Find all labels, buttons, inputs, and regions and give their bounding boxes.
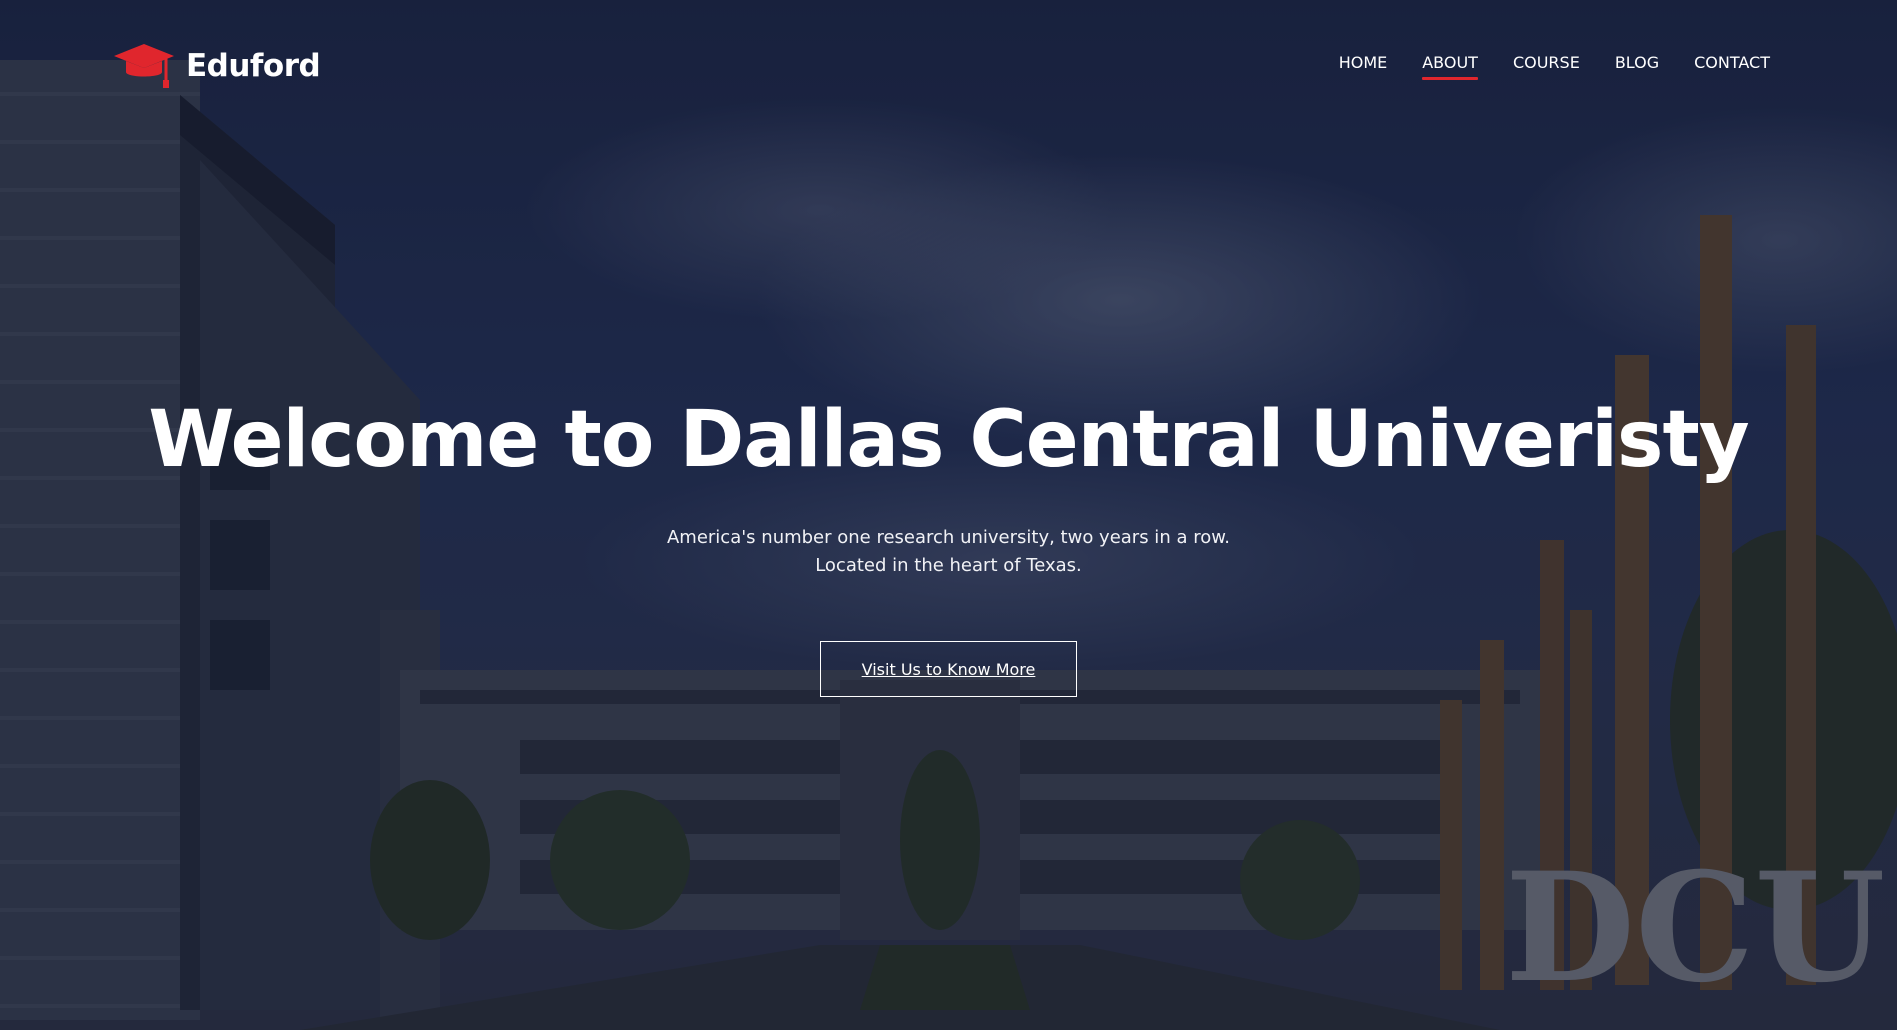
hero-subtitle: America's number one research university… (0, 524, 1897, 580)
brand-logo-link[interactable]: Eduford (112, 40, 321, 92)
hero-subtitle-line-1: America's number one research university… (666, 527, 1231, 548)
hero-section: DCU (0, 0, 1897, 1030)
nav-item-home: HOME (1339, 53, 1388, 78)
nav-item-contact: CONTACT (1694, 53, 1770, 78)
visit-us-button[interactable]: Visit Us to Know More (820, 641, 1077, 697)
dark-overlay (0, 0, 1897, 1030)
nav-link-about[interactable]: ABOUT (1422, 53, 1478, 80)
nav-item-about: ABOUT (1422, 53, 1478, 80)
graduation-cap-icon (114, 44, 174, 88)
nav-item-blog: BLOG (1615, 53, 1659, 78)
main-navigation: HOME ABOUT COURSE BLOG CONTACT (1339, 53, 1770, 80)
nav-item-course: COURSE (1513, 53, 1580, 78)
nav-link-blog[interactable]: BLOG (1615, 53, 1659, 78)
nav-link-home[interactable]: HOME (1339, 53, 1388, 78)
hero-title: Welcome to Dallas Central Univeristy (148, 395, 1749, 485)
nav-link-contact[interactable]: CONTACT (1694, 53, 1770, 78)
hero-subtitle-line-2: Located in the heart of Texas. (815, 555, 1082, 576)
nav-link-course[interactable]: COURSE (1513, 53, 1580, 78)
brand-name: Eduford (186, 48, 321, 84)
